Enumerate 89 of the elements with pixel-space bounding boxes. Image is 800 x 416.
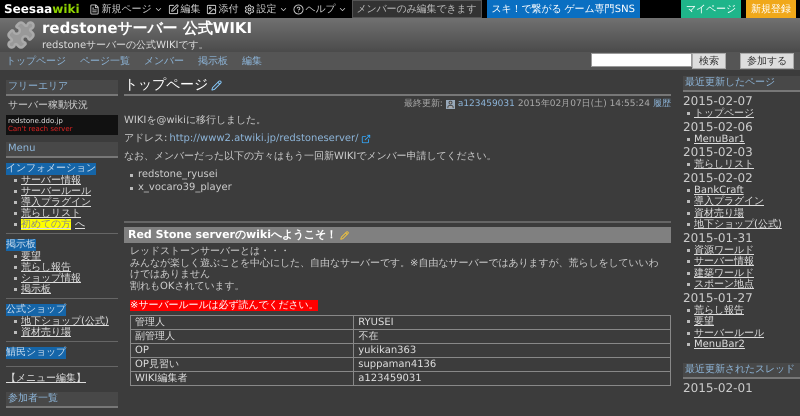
menu-button[interactable]: ヘルプ <box>292 2 347 16</box>
section-title: Red Stone serverのwikiへようこそ！ <box>128 229 337 241</box>
recent-page-link[interactable]: 資材売り場 <box>687 208 800 219</box>
member-name: redstone_ryusei <box>138 169 218 181</box>
site-subtitle: redstoneサーバーの公式WIKIです。 <box>42 38 210 52</box>
recent-page-link[interactable]: サーバールール <box>687 328 800 339</box>
recent-page-link[interactable]: MenuBar2 <box>687 339 800 350</box>
pencil-icon[interactable] <box>211 80 222 90</box>
site-title: redstoneサーバー 公式WIKI <box>42 18 252 38</box>
recent-page-link[interactable]: サーバー情報 <box>687 256 800 268</box>
menu-link[interactable]: 導入プラグイン <box>14 197 118 208</box>
sidebar-heading: 参加者一覧 <box>6 392 118 408</box>
date-heading: 2015-01-27 <box>683 290 754 304</box>
menu-link[interactable]: サーバールール <box>14 186 118 197</box>
sidebar-heading: Menu <box>6 142 118 158</box>
sidebar-heading: 最近更新されたスレッド <box>683 362 800 378</box>
logo[interactable]: Seesaawiki <box>4 2 80 16</box>
search-button[interactable]: 検索 <box>692 53 726 69</box>
menu-edit-link[interactable]: 【メニュー編集】 <box>6 373 118 385</box>
table-cell: OP見習い <box>130 357 354 371</box>
date-heading: 2015-01-31 <box>683 230 754 244</box>
date-heading: 2015-02-03 <box>683 145 754 159</box>
history-link[interactable]: 履歴 <box>653 98 671 110</box>
updated-time: 2015年02月07日(土) 14:55:24 <box>518 98 650 110</box>
sidebar-heading: 最近更新したページ <box>683 76 800 92</box>
paragraph: なお、メンバーだった以下の方々はもう一回新WIKIでメンバー申請してください。 <box>124 151 498 163</box>
external-link-icon <box>360 134 370 144</box>
recent-page-link[interactable]: 資源ワールド <box>687 244 800 256</box>
updated-label: 最終更新: <box>404 98 443 110</box>
recent-page-link[interactable]: 荒らし報告 <box>687 304 800 316</box>
menu-link[interactable]: サーバー情報 <box>14 175 118 186</box>
edit-notice: メンバーのみ編集できます <box>352 0 482 18</box>
help-icon <box>292 4 304 14</box>
search-field[interactable] <box>591 53 692 67</box>
recent-page-link[interactable]: 要望 <box>687 316 800 328</box>
menu-section-title[interactable]: 公式ショップ <box>6 304 66 316</box>
text-line: レッドストーンサーバーとは・・・ <box>130 246 291 258</box>
address-link[interactable]: http://www2.atwiki.jp/redstoneserver/ <box>169 133 358 145</box>
table-cell: RYUSEI <box>354 315 670 329</box>
menu-button[interactable]: 新規ページ <box>88 2 163 16</box>
menu-button[interactable]: 設定 <box>244 2 288 16</box>
table-cell: a123459031 <box>354 371 670 385</box>
date-heading: 2015-02-01 <box>683 380 754 394</box>
author-link[interactable]: a123459031 <box>458 98 515 110</box>
user-icon <box>446 100 455 108</box>
recent-page-link[interactable]: 導入プラグイン <box>687 196 800 208</box>
text-line: みんなが楽しく遊ぶことを中心にした、自由なサーバーです。※自由なサーバーではありますが、荒らしをしていいわけではありません <box>130 258 660 280</box>
table-cell: 不在 <box>354 329 670 343</box>
menu-link[interactable]: 要望 <box>14 251 118 262</box>
table-cell: OP <box>130 343 354 357</box>
recent-page-link[interactable]: スポーン地点 <box>687 279 800 290</box>
menu-section-title[interactable]: インフォメーション <box>6 163 96 175</box>
date-heading: 2015-02-07 <box>683 94 754 108</box>
settings-icon <box>244 4 255 14</box>
recent-page-link[interactable]: MenuBar1 <box>687 134 800 145</box>
menu-link[interactable]: 初めての方 へ <box>14 219 118 230</box>
paragraph: WIKIを@wikiに移行しました。 <box>124 115 267 127</box>
menu-link[interactable]: 地下ショップ(公式) <box>14 316 118 327</box>
table-cell: WIKI編集者 <box>130 371 354 385</box>
sidebar-heading: フリーエリア <box>6 80 118 96</box>
warning-text: ※サーバールールは必ず読んでください。 <box>130 300 318 311</box>
status-label: サーバー稼動状況 <box>7 99 89 113</box>
recent-page-link[interactable]: 荒らしリスト <box>687 159 800 170</box>
table-cell: 副管理人 <box>130 329 354 343</box>
image-icon <box>206 4 217 14</box>
date-heading: 2015-02-06 <box>683 120 754 134</box>
edit-icon <box>168 4 179 14</box>
document-icon <box>88 4 100 14</box>
recent-page-link[interactable]: 建築ワールド <box>687 268 800 279</box>
puzzle-icon <box>6 20 36 50</box>
join-button[interactable]: 参加する <box>740 53 794 69</box>
recent-page-link[interactable]: 地下ショップ(公式) <box>687 219 800 230</box>
member-name: x_vocaro39_player <box>138 182 232 194</box>
menu-button[interactable]: 添付 <box>206 2 239 16</box>
table-cell: yukikan363 <box>354 343 670 357</box>
date-heading: 2015-02-02 <box>683 170 754 184</box>
table-cell: 管理人 <box>130 315 354 329</box>
page-title: トップページ <box>124 76 208 94</box>
menu-section-title[interactable]: 鯖民ショップ <box>6 347 66 359</box>
menu-section-title[interactable]: 掲示板 <box>6 239 36 251</box>
menu-link[interactable]: ショップ情報 <box>14 273 118 284</box>
recent-page-link[interactable]: トップページ <box>687 108 800 120</box>
menu-button[interactable]: 編集 <box>168 2 201 16</box>
address-label: アドレス: <box>124 133 168 145</box>
table-cell: suppaman4136 <box>354 357 670 371</box>
recent-page-link[interactable]: BankCraft <box>687 184 800 196</box>
ad-banner[interactable]: スキ！で繋がる ゲーム専門SNS <box>486 0 640 18</box>
menu-link[interactable]: 掲示板 <box>14 284 118 295</box>
text-line: 割れもOKされています。 <box>130 280 246 292</box>
